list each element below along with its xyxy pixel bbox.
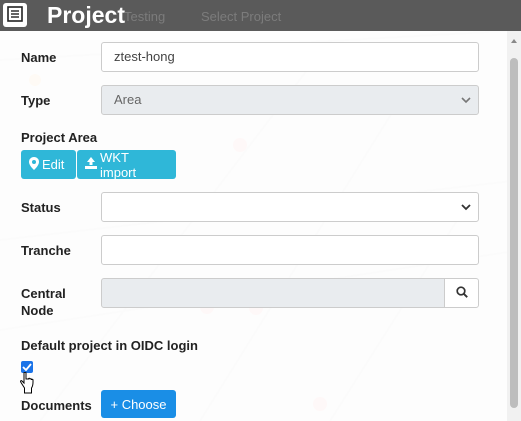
app-header: Project Testing Select Project xyxy=(0,0,521,31)
central-node-search-button[interactable] xyxy=(444,278,479,308)
central-node-input[interactable] xyxy=(101,278,445,308)
central-node-label-line1: Central xyxy=(21,286,66,301)
edit-area-button[interactable]: Edit xyxy=(21,150,76,179)
tranche-input[interactable] xyxy=(101,235,479,265)
ghost-tab-select-project: Select Project xyxy=(201,9,282,24)
status-select[interactable] xyxy=(101,192,479,222)
type-select-value: Area xyxy=(114,92,142,107)
hand-cursor-icon xyxy=(20,371,34,397)
central-node-label-line2: Node xyxy=(21,303,54,318)
ghost-tab-testing: Testing xyxy=(124,9,166,24)
name-label: Name xyxy=(21,50,57,65)
default-project-label: Default project in OIDC login xyxy=(21,338,198,353)
panel-scrollbar[interactable] xyxy=(507,31,521,421)
list-menu-icon xyxy=(7,5,23,25)
scroll-up-arrow-icon[interactable] xyxy=(511,39,517,43)
upload-icon xyxy=(85,157,97,172)
project-area-label: Project Area xyxy=(21,130,98,145)
status-label: Status xyxy=(21,200,61,215)
documents-label: Documents xyxy=(21,398,92,413)
scrollbar-thumb[interactable] xyxy=(510,58,518,408)
map-marker-icon xyxy=(29,156,39,173)
name-input[interactable]: ztest-hong xyxy=(101,42,479,72)
menu-button[interactable] xyxy=(3,3,27,27)
edit-button-label: Edit xyxy=(42,157,65,172)
tranche-label: Tranche xyxy=(21,243,71,258)
search-icon xyxy=(455,285,468,301)
wkt-import-button[interactable]: WKT import xyxy=(77,149,176,180)
choose-documents-button[interactable]: + Choose xyxy=(101,390,176,418)
type-label: Type xyxy=(21,93,51,108)
chevron-down-icon xyxy=(461,204,471,211)
page-title: Project xyxy=(47,2,125,28)
checkmark-icon xyxy=(22,363,32,371)
wkt-import-label: WKT import xyxy=(100,149,137,180)
type-select[interactable]: Area xyxy=(101,85,479,115)
chevron-down-icon xyxy=(461,97,471,104)
